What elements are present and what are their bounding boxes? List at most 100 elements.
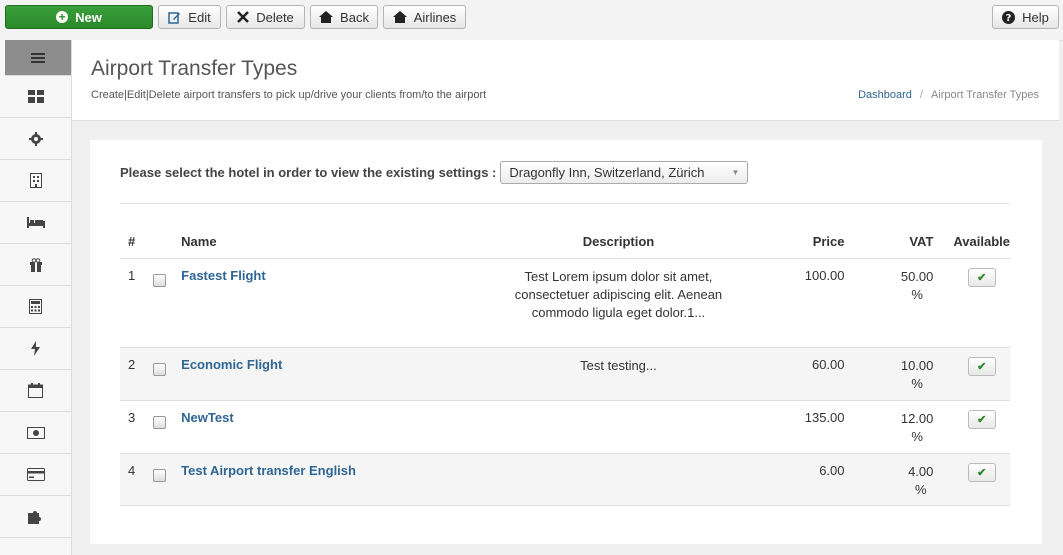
back-button[interactable]: Back <box>310 5 378 29</box>
check-icon: ✔ <box>977 361 987 373</box>
row-checkbox[interactable] <box>152 416 166 429</box>
sidebar-item-payments[interactable] <box>0 412 71 454</box>
row-vat-value: 50.00 <box>900 269 934 284</box>
row-description <box>481 454 756 506</box>
table-row: 2 Economic Flight Test testing... 60.00 … <box>120 347 1010 401</box>
edit-button[interactable]: Edit <box>158 5 221 29</box>
sidebar-item-hotels[interactable] <box>0 160 71 202</box>
bolt-icon <box>31 341 40 356</box>
hotel-select[interactable]: Dragonfly Inn, Switzerland, Zürich ▼ <box>500 161 749 184</box>
col-header-vat[interactable]: VAT <box>854 225 954 259</box>
row-checkbox[interactable] <box>152 469 166 482</box>
col-header-available[interactable]: Available <box>953 225 1010 259</box>
row-number: 2 <box>128 357 136 372</box>
divider <box>120 203 1010 204</box>
edit-icon <box>168 11 181 24</box>
help-button-label: Help <box>1022 9 1049 25</box>
row-number: 3 <box>128 410 136 425</box>
row-description <box>481 401 756 454</box>
table-row: 3 NewTest 135.00 12.00% ✔ <box>120 401 1010 454</box>
row-vat-value: 4.00 <box>908 464 934 479</box>
row-vat-unit: % <box>911 287 923 302</box>
available-toggle[interactable]: ✔ <box>967 268 996 287</box>
row-name-link[interactable]: Test Airport transfer English <box>181 463 356 478</box>
delete-button-label: Delete <box>256 9 294 25</box>
row-number: 1 <box>128 268 136 283</box>
row-description: Test Lorem ipsum dolor sit amet, consect… <box>481 259 756 348</box>
sidebar-item-extras[interactable] <box>0 244 71 286</box>
dropdown-arrow-icon: ▼ <box>731 168 740 177</box>
sidebar-toggle[interactable] <box>5 40 71 76</box>
check-icon: ✔ <box>977 414 987 426</box>
row-price: 60.00 <box>811 357 845 372</box>
plus-circle-icon: + <box>56 11 69 23</box>
table-row: 4 Test Airport transfer English 6.00 4.0… <box>120 453 1010 506</box>
sidebar <box>0 40 72 555</box>
row-name-cell: NewTest <box>181 401 481 454</box>
gear-icon <box>28 131 43 146</box>
check-icon: ✔ <box>977 467 987 479</box>
sidebar-item-specials[interactable] <box>0 328 71 370</box>
sidebar-item-rates[interactable] <box>0 286 71 328</box>
row-price: 135.00 <box>804 410 845 425</box>
help-button[interactable]: ? Help <box>992 5 1059 29</box>
row-checkbox[interactable] <box>152 363 166 376</box>
building-icon <box>29 173 42 188</box>
breadcrumb-dashboard-link[interactable]: Dashboard <box>858 89 912 101</box>
page-header: Airport Transfer Types Create|Edit|Delet… <box>72 40 1059 121</box>
toolbar: + New Edit Delete Back Airlines ? Help <box>0 0 1063 41</box>
available-toggle[interactable]: ✔ <box>967 463 996 482</box>
row-vat-value: 10.00 <box>900 358 934 373</box>
row-checkbox[interactable] <box>152 274 166 287</box>
col-header-description[interactable]: Description <box>481 225 756 259</box>
calendar-icon <box>28 383 43 398</box>
row-checkbox-cell <box>152 401 182 454</box>
new-button-label: New <box>75 9 102 25</box>
row-price: 6.00 <box>819 463 845 478</box>
available-toggle[interactable]: ✔ <box>967 410 996 429</box>
page-subtitle: Create|Edit|Delete airport transfers to … <box>91 89 487 101</box>
col-header-select <box>152 225 182 259</box>
sidebar-item-cards[interactable] <box>0 454 71 496</box>
money-icon <box>26 426 45 439</box>
bed-icon <box>26 217 45 228</box>
puzzle-icon <box>28 511 41 524</box>
sidebar-item-calendar[interactable] <box>0 370 71 412</box>
row-available-cell: ✔ <box>953 348 1010 401</box>
gift-icon <box>29 257 42 272</box>
row-vat-unit: % <box>911 376 923 391</box>
row-name-link[interactable]: NewTest <box>181 410 234 425</box>
sidebar-item-dashboard[interactable] <box>0 76 71 118</box>
hotel-selector-row: Please select the hotel in order to view… <box>120 161 749 184</box>
transfer-types-table: # Name Description Price VAT Available 1… <box>120 225 1010 506</box>
sidebar-item-settings[interactable] <box>0 118 71 160</box>
menu-icon <box>31 52 45 63</box>
new-button[interactable]: + New <box>5 5 153 29</box>
airlines-button[interactable]: Airlines <box>383 5 466 29</box>
row-available-cell: ✔ <box>953 454 1010 506</box>
row-vat-unit: % <box>914 482 927 497</box>
delete-button[interactable]: Delete <box>226 5 305 29</box>
check-icon: ✔ <box>977 272 987 284</box>
close-icon <box>237 11 250 23</box>
available-toggle[interactable]: ✔ <box>967 357 996 376</box>
col-header-name[interactable]: Name <box>181 225 482 259</box>
dashboard-icon <box>27 90 44 103</box>
row-checkbox-cell <box>152 454 182 506</box>
row-vat: 10.00% <box>855 348 954 401</box>
content-panel: Please select the hotel in order to view… <box>90 140 1042 544</box>
svg-text:?: ? <box>1006 13 1012 24</box>
breadcrumb-current: Airport Transfer Types <box>930 89 1039 101</box>
row-name-link[interactable]: Fastest Flight <box>181 268 266 283</box>
row-vat: 4.00% <box>855 454 954 506</box>
col-header-price[interactable]: Price <box>755 225 855 259</box>
row-description-text: Test Lorem ipsum dolor sit amet, consect… <box>514 269 723 320</box>
row-vat-unit: % <box>911 429 923 444</box>
row-name-link[interactable]: Economic Flight <box>181 357 282 372</box>
calculator-icon <box>29 299 42 314</box>
sidebar-item-rooms[interactable] <box>0 202 71 244</box>
row-description: Test testing... <box>580 358 657 373</box>
hotel-select-value: Dragonfly Inn, Switzerland, Zürich <box>509 165 705 180</box>
credit-card-icon <box>26 468 45 481</box>
sidebar-item-plugins[interactable] <box>0 496 71 538</box>
